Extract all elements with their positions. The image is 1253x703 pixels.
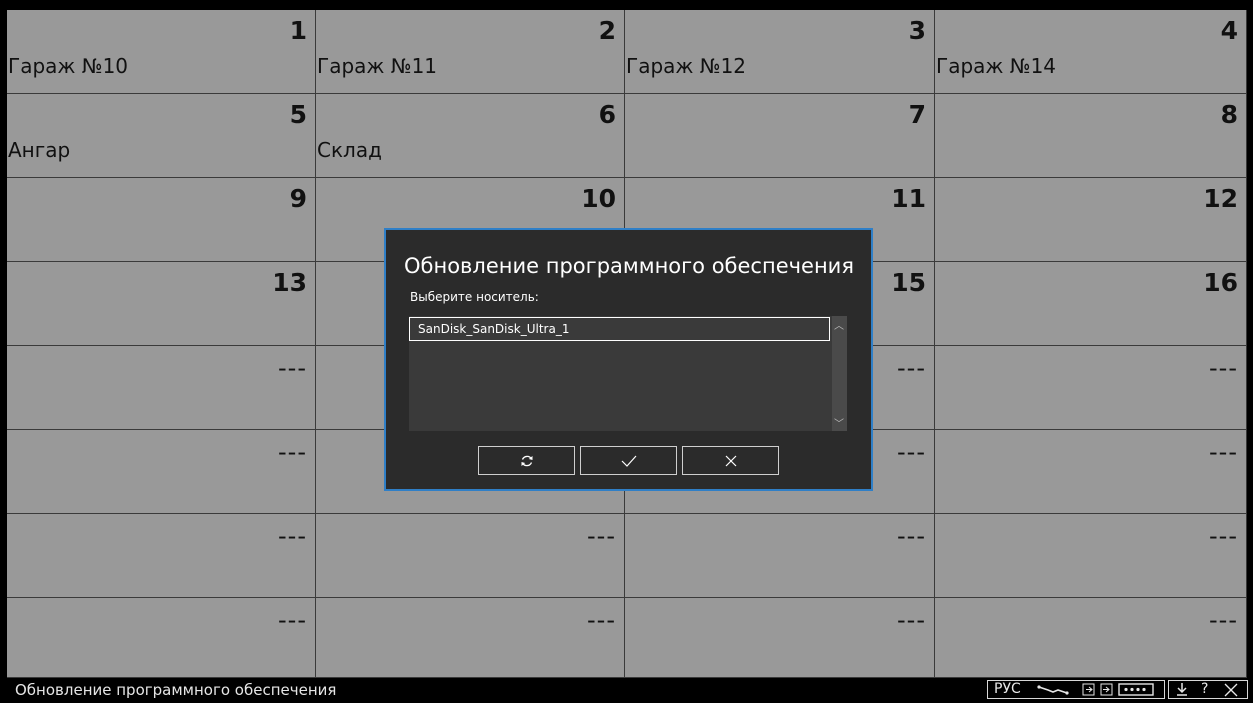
cell-number: --- <box>897 522 926 550</box>
grid-cell[interactable]: 4 Гараж №14 <box>935 10 1247 94</box>
cell-number: --- <box>278 522 307 550</box>
cell-number: 4 <box>1220 16 1238 45</box>
dialog-title: Обновление программного обеспечения <box>404 254 854 278</box>
grid-cell[interactable]: --- <box>7 346 316 430</box>
cell-number: 2 <box>598 16 616 45</box>
grid-cell[interactable]: --- <box>935 598 1247 678</box>
grid-cell[interactable]: 9 <box>7 178 316 262</box>
cell-number: 7 <box>908 100 926 129</box>
grid-cell[interactable]: 5 Ангар <box>7 94 316 178</box>
system-tray: РУС <box>987 680 1165 699</box>
cell-number: --- <box>1209 354 1238 382</box>
cell-number: --- <box>587 522 616 550</box>
cell-number: --- <box>897 438 926 466</box>
confirm-button[interactable] <box>580 446 677 475</box>
grid-cell[interactable]: --- <box>7 430 316 514</box>
cell-number: --- <box>897 606 926 634</box>
grid-cell[interactable]: --- <box>935 346 1247 430</box>
cell-number: --- <box>1209 606 1238 634</box>
cell-number: 15 <box>891 268 926 297</box>
cell-number: --- <box>1209 522 1238 550</box>
cell-number: 3 <box>908 16 926 45</box>
status-bar: Обновление программного обеспечения РУС … <box>0 679 1253 700</box>
refresh-icon <box>521 455 532 466</box>
cell-number: --- <box>278 354 307 382</box>
language-indicator[interactable]: РУС <box>994 681 1021 698</box>
grid-cell[interactable]: --- <box>7 598 316 678</box>
cell-label: Гараж №10 <box>8 54 129 78</box>
grid-cell[interactable]: --- <box>7 514 316 598</box>
grid-cell[interactable]: 13 <box>7 262 316 346</box>
refresh-button[interactable] <box>478 446 575 475</box>
grid-cell[interactable]: --- <box>625 514 935 598</box>
cell-number: 6 <box>598 100 616 129</box>
grid-cell[interactable]: 7 <box>625 94 935 178</box>
cell-label: Гараж №11 <box>317 54 438 78</box>
media-list[interactable]: SanDisk_SanDisk_Ultra_1 ︿ ﹀ <box>409 316 847 431</box>
grid-cell[interactable]: --- <box>935 430 1247 514</box>
grid-cell[interactable]: 1 Гараж №10 <box>7 10 316 94</box>
cell-number: 11 <box>891 184 926 213</box>
cell-number: 12 <box>1203 184 1238 213</box>
grid-cell[interactable]: 16 <box>935 262 1247 346</box>
cell-number: 5 <box>289 100 307 129</box>
grid-cell[interactable]: 6 Склад <box>316 94 625 178</box>
help-icon[interactable]: ? <box>1201 681 1208 698</box>
cell-label: Ангар <box>8 138 71 162</box>
cell-number: --- <box>1209 438 1238 466</box>
media-list-item[interactable]: SanDisk_SanDisk_Ultra_1 <box>409 317 830 341</box>
cell-number: --- <box>587 606 616 634</box>
cell-number: 10 <box>581 184 616 213</box>
cell-label: Гараж №14 <box>936 54 1057 78</box>
chevron-up-icon[interactable]: ︿ <box>834 317 844 332</box>
close-icon <box>725 455 736 466</box>
media-list-scrollbar[interactable]: ︿ ﹀ <box>832 316 847 431</box>
cell-number: 9 <box>289 184 307 213</box>
cell-number: --- <box>897 354 926 382</box>
grid-cell[interactable]: 12 <box>935 178 1247 262</box>
software-update-dialog: Обновление программного обеспечения Выбе… <box>384 228 873 491</box>
cell-number: 13 <box>272 268 307 297</box>
cell-label: Склад <box>317 138 382 162</box>
cell-label: Гараж №12 <box>626 54 747 78</box>
check-icon <box>621 455 636 467</box>
grid-cell[interactable]: 8 <box>935 94 1247 178</box>
status-text: Обновление программного обеспечения <box>15 681 337 699</box>
grid-cell[interactable]: 2 Гараж №11 <box>316 10 625 94</box>
chevron-down-icon[interactable]: ﹀ <box>834 415 844 430</box>
grid-cell[interactable]: --- <box>316 514 625 598</box>
cell-number: 1 <box>289 16 307 45</box>
grid-cell[interactable]: --- <box>935 514 1247 598</box>
window-controls: ? <box>1168 680 1248 699</box>
grid-cell[interactable]: 3 Гараж №12 <box>625 10 935 94</box>
grid-cell[interactable]: --- <box>316 598 625 678</box>
cell-number: 8 <box>1220 100 1238 129</box>
cell-number: 16 <box>1203 268 1238 297</box>
cancel-button[interactable] <box>682 446 779 475</box>
media-select-label: Выберите носитель: <box>410 290 539 304</box>
grid-cell[interactable]: --- <box>625 598 935 678</box>
cell-number: --- <box>278 606 307 634</box>
cell-number: --- <box>278 438 307 466</box>
